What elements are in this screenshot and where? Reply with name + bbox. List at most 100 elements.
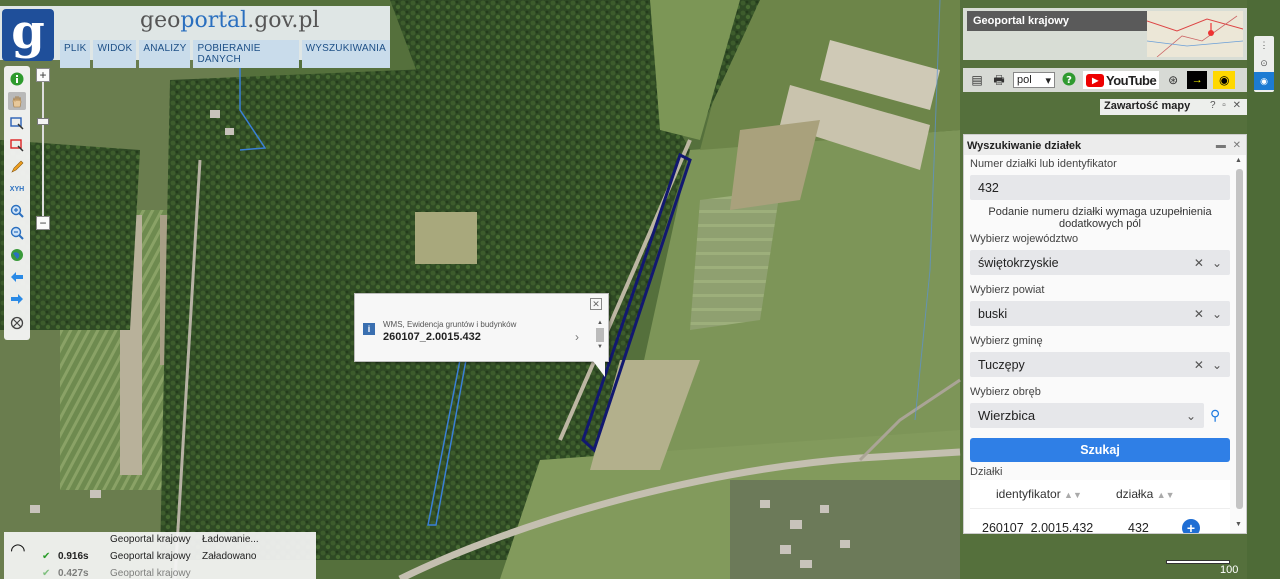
contrast-arrow-icon[interactable]: → — [1187, 71, 1208, 89]
overview-minimap[interactable] — [1146, 11, 1244, 58]
column-identifier-label: identyfikator — [996, 487, 1061, 501]
parcel-number-input[interactable]: 432 — [970, 175, 1230, 200]
globe-full-extent-icon[interactable] — [8, 246, 26, 264]
add-icon[interactable]: + — [1182, 518, 1200, 533]
table-row[interactable]: 260107_2.0015.432 432 + — [970, 508, 1230, 533]
zoom-out-icon[interactable] — [8, 224, 26, 242]
map-content-header[interactable]: Zawartość mapy ? ▫ ✕ — [1100, 99, 1247, 115]
column-identifier[interactable]: identyfikator ▲▼ — [970, 487, 1112, 501]
zoom-plus-button[interactable]: + — [36, 68, 50, 82]
precinct-value: Wierzbica — [978, 408, 1036, 423]
select-delete-icon[interactable] — [8, 136, 26, 154]
status-source: Geoportal krajowy — [110, 567, 191, 579]
parcel-number-note: Podanie numeru działki wymaga uzupełnien… — [988, 206, 1212, 230]
info-icon: i — [363, 323, 375, 335]
status-time: 0.427s — [58, 567, 89, 579]
site-title: geoportal.gov.pl — [140, 8, 319, 33]
chevron-right-icon[interactable]: › — [575, 330, 579, 344]
accessibility-icon[interactable]: ⊛ — [1165, 72, 1181, 88]
scroll-up-icon[interactable]: ▲ — [1235, 157, 1242, 164]
overview-map-graphic — [1146, 11, 1244, 58]
parcel-search-title: Wyszukiwanie działek — [967, 140, 1082, 152]
zoom-knob[interactable] — [37, 118, 49, 125]
pan-hand-icon[interactable] — [8, 92, 26, 110]
sort-icon: ▲▼ — [1064, 490, 1082, 500]
next-extent-icon[interactable] — [8, 290, 26, 308]
voivodeship-label: Wybierz województwo — [970, 233, 1079, 245]
close-icon[interactable]: ✕ — [590, 298, 602, 310]
xyz-coordinates-icon[interactable]: XYH — [8, 180, 26, 198]
search-button[interactable]: Szukaj — [970, 438, 1230, 462]
site-title-main: portal — [180, 8, 248, 33]
popup-scrollbar[interactable]: ▲ ▼ — [596, 320, 604, 354]
info-icon[interactable] — [8, 70, 26, 88]
column-parcel[interactable]: działka ▲▼ — [1112, 487, 1192, 501]
precinct-select[interactable]: Wierzbica ⌄ — [970, 403, 1204, 428]
help-icon[interactable]: ? — [1061, 72, 1077, 88]
geoportal-logo-icon[interactable]: g — [2, 8, 54, 61]
header-bar: g geoportal.gov.pl PLIK WIDOK ANALIZY PO… — [0, 6, 390, 68]
chevron-down-icon[interactable]: ⌄ — [1186, 409, 1196, 423]
parcel-number-value: 432 — [978, 180, 999, 195]
commune-select[interactable]: Tuczępy ✕ ⌄ — [970, 352, 1230, 377]
chevron-down-icon[interactable]: ⌄ — [1212, 358, 1222, 372]
feature-info-popup: ✕ i WMS, Ewidencja gruntów i budynków 26… — [354, 293, 609, 377]
status-check-icon: ✔ — [42, 567, 51, 579]
parcel-search-panel: Wyszukiwanie działek ▬ ✕ Numer działki l… — [963, 134, 1247, 534]
previous-extent-icon[interactable] — [8, 268, 26, 286]
menu-pobieranie-danych[interactable]: POBIERANIE DANYCH — [193, 40, 299, 68]
chevron-down-icon[interactable]: ⌄ — [1212, 256, 1222, 270]
minimize-close-icon[interactable]: ▬ ✕ — [1216, 140, 1243, 151]
panel-switch-2[interactable]: ⊙ — [1254, 54, 1274, 72]
voivodeship-select[interactable]: świętokrzyskie ✕ ⌄ — [970, 250, 1230, 275]
map-tools-toolbar: XYH — [4, 66, 30, 340]
print-icon[interactable]: 🖶 — [991, 72, 1007, 88]
scroll-thumb[interactable] — [1236, 169, 1243, 509]
menu-wyszukiwania[interactable]: WYSZUKIWANIA — [301, 40, 390, 68]
clear-icon[interactable]: ✕ — [1194, 307, 1204, 321]
map-content-title: Zawartość mapy — [1104, 100, 1191, 112]
high-contrast-eye-icon[interactable]: ◉ — [1213, 71, 1236, 89]
feature-info-item[interactable]: i WMS, Ewidencja gruntów i budynków 2601… — [361, 320, 587, 350]
geoportal-krajowy-panel[interactable]: Geoportal krajowy — [963, 8, 1247, 60]
clear-icon[interactable]: ✕ — [1194, 256, 1204, 270]
zoom-in-icon[interactable] — [8, 202, 26, 220]
zoom-slider[interactable]: + − — [34, 66, 52, 232]
menu-plik[interactable]: PLIK — [60, 40, 91, 68]
youtube-play-icon: ▶ — [1086, 73, 1104, 87]
scroll-down-icon[interactable]: ▼ — [1235, 521, 1242, 528]
panel-window-controls[interactable]: ? ▫ ✕ — [1210, 100, 1243, 114]
site-title-suffix: .gov.pl — [247, 8, 320, 33]
search-icon[interactable]: ⚲ — [1210, 407, 1220, 424]
menu-analizy[interactable]: ANALIZY — [139, 40, 191, 68]
county-select[interactable]: buski ✕ ⌄ — [970, 301, 1230, 326]
scale-bar: 100 — [1160, 558, 1280, 579]
results-table: identyfikator ▲▼ działka ▲▼ 260107_2.001… — [970, 480, 1230, 533]
panel-switch-1[interactable]: ⋮ — [1254, 36, 1274, 54]
parcel-search-header: Wyszukiwanie działek ▬ ✕ — [964, 135, 1246, 155]
zoom-track[interactable] — [42, 82, 44, 216]
select-area-icon[interactable] — [8, 114, 26, 132]
panel-switch-visibility-icon[interactable]: ◉ — [1254, 72, 1274, 90]
scroll-thumb[interactable] — [596, 328, 604, 342]
scroll-up-icon[interactable]: ▲ — [596, 320, 604, 326]
youtube-link[interactable]: ▶ YouTube — [1083, 71, 1160, 89]
legend-icon[interactable]: ▤ — [969, 72, 985, 88]
pencil-icon[interactable] — [8, 158, 26, 176]
panel-scrollbar[interactable]: ▲ ▼ — [1234, 157, 1244, 533]
scroll-down-icon[interactable]: ▼ — [596, 344, 604, 350]
precinct-row: Wierzbica ⌄ ⚲ — [970, 403, 1230, 428]
parcel-search-body: Numer działki lub identyfikator 432 Poda… — [964, 155, 1236, 533]
status-state: Załadowano — [202, 550, 257, 562]
language-select[interactable]: pol ▾ — [1013, 72, 1055, 88]
zoom-minus-button[interactable]: − — [36, 216, 50, 230]
clear-icon[interactable]: ✕ — [1194, 358, 1204, 372]
feature-source: WMS, Ewidencja gruntów i budynków — [383, 320, 517, 329]
main-menu: PLIK WIDOK ANALIZY POBIERANIE DANYCH WYS… — [60, 40, 390, 68]
scale-label: 100 — [1220, 564, 1239, 576]
chevron-down-icon[interactable]: ⌄ — [1212, 307, 1222, 321]
menu-widok[interactable]: WIDOK — [93, 40, 137, 68]
loading-spinner-icon: ◠ — [10, 540, 26, 560]
site-title-prefix: geo — [140, 8, 181, 33]
crosshair-icon[interactable] — [8, 314, 26, 332]
